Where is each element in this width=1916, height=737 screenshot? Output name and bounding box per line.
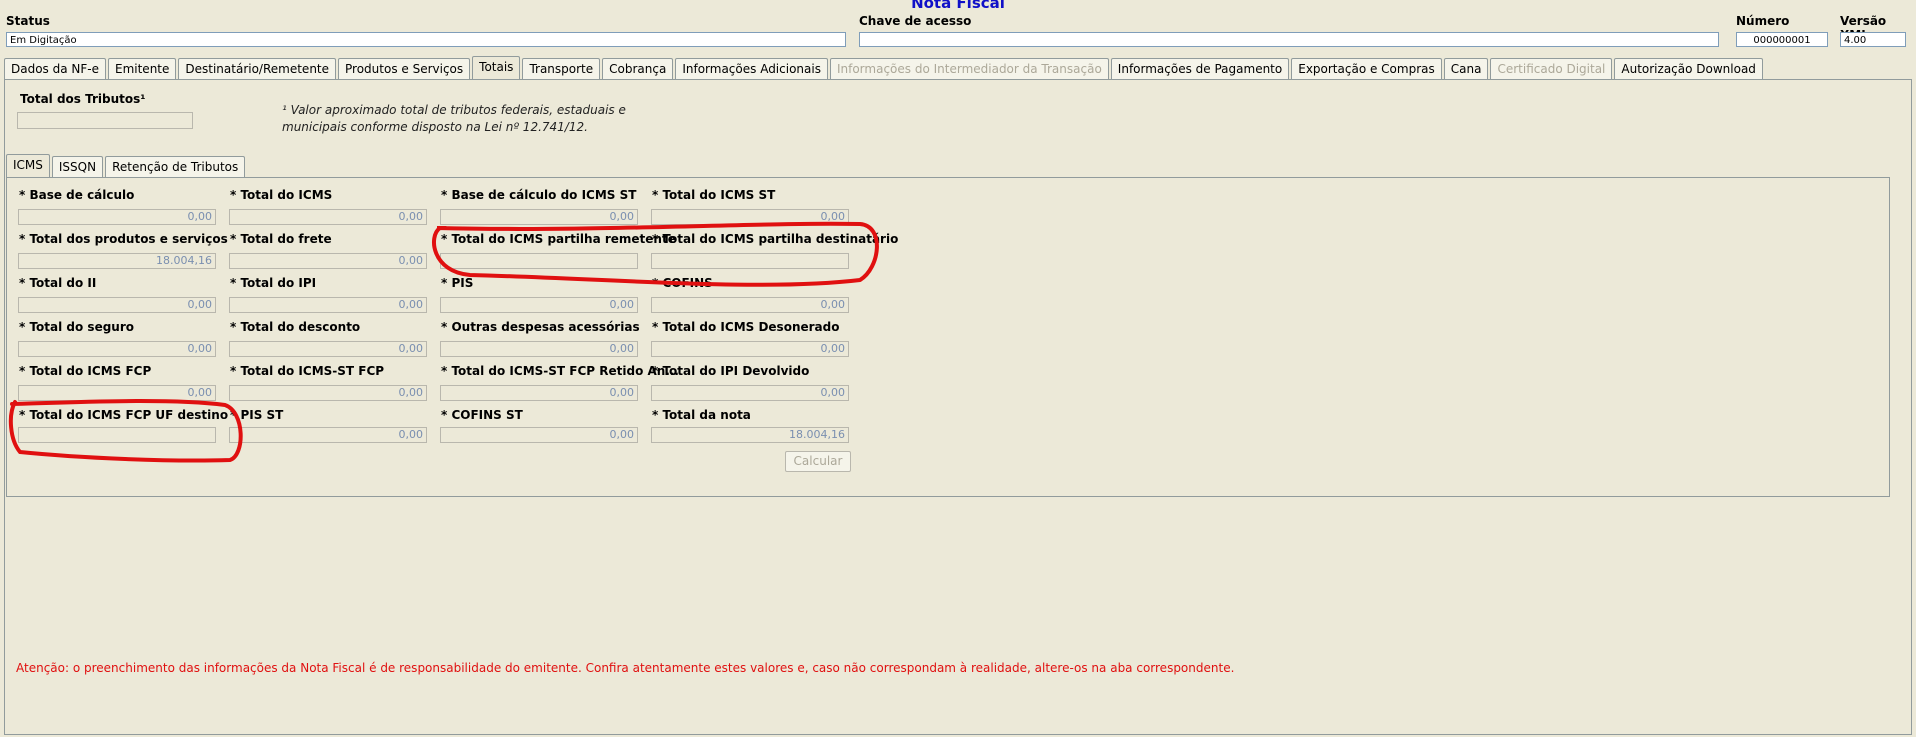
icms-st-fcp-retido-label: * Total do ICMS-ST FCP Retido An... <box>441 364 679 378</box>
sub-tabs: ICMS ISSQN Retenção de Tributos <box>6 154 247 178</box>
ipi-devolvido-label: * Total do IPI Devolvido <box>652 364 810 378</box>
pis-label: * PIS <box>441 276 474 290</box>
chave-field[interactable] <box>859 32 1719 47</box>
calcular-button[interactable]: Calcular <box>785 451 851 472</box>
total-icms-st-field[interactable]: 0,00 <box>651 209 849 225</box>
base-calculo-label: * Base de cálculo <box>19 188 135 202</box>
cofins-field[interactable]: 0,00 <box>651 297 849 313</box>
partilha-remetente-field[interactable] <box>440 253 638 269</box>
tributos-note-line2: municipais conforme disposto na Lei nº 1… <box>282 120 588 134</box>
subtab-icms[interactable]: ICMS <box>6 154 50 178</box>
tab-pagamento[interactable]: Informações de Pagamento <box>1110 58 1290 79</box>
tab-cana[interactable]: Cana <box>1443 58 1489 79</box>
pis-st-field[interactable]: 0,00 <box>229 427 427 443</box>
versao-field[interactable]: 4.00 <box>1840 32 1906 47</box>
icms-fcp-label: * Total do ICMS FCP <box>19 364 152 378</box>
total-produtos-field[interactable]: 18.004,16 <box>18 253 216 269</box>
numero-label: Número <box>1736 14 1790 28</box>
tributos-note-line1: ¹ Valor aproximado total de tributos fed… <box>282 103 626 117</box>
tab-destinatario[interactable]: Destinatário/Remetente <box>178 58 337 79</box>
main-tabs: Dados da NF-e Emitente Destinatário/Reme… <box>4 56 1765 80</box>
icms-st-fcp-field[interactable]: 0,00 <box>229 385 427 401</box>
cofins-label: * COFINS <box>652 276 713 290</box>
window-title: Nota Fiscal <box>911 0 1005 12</box>
pis-field[interactable]: 0,00 <box>440 297 638 313</box>
tab-produtos[interactable]: Produtos e Serviços <box>338 58 471 79</box>
warning-message: Atenção: o preenchimento das informações… <box>16 661 1235 675</box>
base-calculo-field[interactable]: 0,00 <box>18 209 216 225</box>
total-nota-field[interactable]: 18.004,16 <box>651 427 849 443</box>
tributos-note: ¹ Valor aproximado total de tributos fed… <box>282 102 626 136</box>
icms-st-fcp-retido-field[interactable]: 0,00 <box>440 385 638 401</box>
pis-st-label: * PIS ST <box>230 408 284 422</box>
icms-panel <box>6 177 1890 497</box>
numero-field[interactable]: 000000001 <box>1736 32 1828 47</box>
icms-desonerado-field[interactable]: 0,00 <box>651 341 849 357</box>
tab-intermediador[interactable]: Informações do Intermediador da Transaçã… <box>829 58 1109 79</box>
tab-exportacao[interactable]: Exportação e Compras <box>1291 58 1442 79</box>
cofins-st-field[interactable]: 0,00 <box>440 427 638 443</box>
total-ipi-field[interactable]: 0,00 <box>229 297 427 313</box>
tab-info-adicionais[interactable]: Informações Adicionais <box>675 58 828 79</box>
icms-fcp-uf-destino-label: * Total do ICMS FCP UF destino <box>19 408 229 422</box>
status-label: Status <box>6 14 50 28</box>
total-ii-field[interactable]: 0,00 <box>18 297 216 313</box>
base-icms-st-label: * Base de cálculo do ICMS ST <box>441 188 637 202</box>
outras-despesas-label: * Outras despesas acessórias <box>441 320 640 334</box>
total-ii-label: * Total do II <box>19 276 97 290</box>
total-nota-label: * Total da nota <box>652 408 751 422</box>
subtab-retencao[interactable]: Retenção de Tributos <box>105 156 246 177</box>
total-desconto-field[interactable]: 0,00 <box>229 341 427 357</box>
icms-st-fcp-label: * Total do ICMS-ST FCP <box>230 364 385 378</box>
total-icms-field[interactable]: 0,00 <box>229 209 427 225</box>
total-icms-st-label: * Total do ICMS ST <box>652 188 776 202</box>
partilha-destinatario-label: * Total do ICMS partilha destinatário <box>652 232 899 246</box>
tab-autorizacao[interactable]: Autorização Download <box>1614 58 1763 79</box>
ipi-devolvido-field[interactable]: 0,00 <box>651 385 849 401</box>
subtab-issqn[interactable]: ISSQN <box>51 156 104 177</box>
partilha-remetente-label: * Total do ICMS partilha remetente <box>441 232 676 246</box>
total-ipi-label: * Total do IPI <box>230 276 317 290</box>
outras-despesas-field[interactable]: 0,00 <box>440 341 638 357</box>
tab-emitente[interactable]: Emitente <box>108 58 177 79</box>
icms-fcp-field[interactable]: 0,00 <box>18 385 216 401</box>
icms-fcp-uf-destino-field[interactable] <box>18 427 216 443</box>
total-frete-label: * Total do frete <box>230 232 332 246</box>
total-icms-label: * Total do ICMS <box>230 188 333 202</box>
cofins-st-label: * COFINS ST <box>441 408 523 422</box>
tab-transporte[interactable]: Transporte <box>522 58 601 79</box>
total-seguro-field[interactable]: 0,00 <box>18 341 216 357</box>
tab-totais[interactable]: Totais <box>472 56 521 80</box>
chave-label: Chave de acesso <box>859 14 972 28</box>
partilha-destinatario-field[interactable] <box>651 253 849 269</box>
base-icms-st-field[interactable]: 0,00 <box>440 209 638 225</box>
tab-dados-nfe[interactable]: Dados da NF-e <box>4 58 106 79</box>
total-desconto-label: * Total do desconto <box>230 320 361 334</box>
tributos-label: Total dos Tributos¹ <box>20 92 146 106</box>
total-produtos-label: * Total dos produtos e serviços <box>19 232 228 246</box>
icms-desonerado-label: * Total do ICMS Desonerado <box>652 320 840 334</box>
status-field[interactable]: Em Digitação <box>6 32 846 47</box>
total-seguro-label: * Total do seguro <box>19 320 135 334</box>
tributos-field[interactable] <box>17 112 193 129</box>
tab-cobranca[interactable]: Cobrança <box>602 58 674 79</box>
total-frete-field[interactable]: 0,00 <box>229 253 427 269</box>
tab-certificado[interactable]: Certificado Digital <box>1490 58 1613 79</box>
